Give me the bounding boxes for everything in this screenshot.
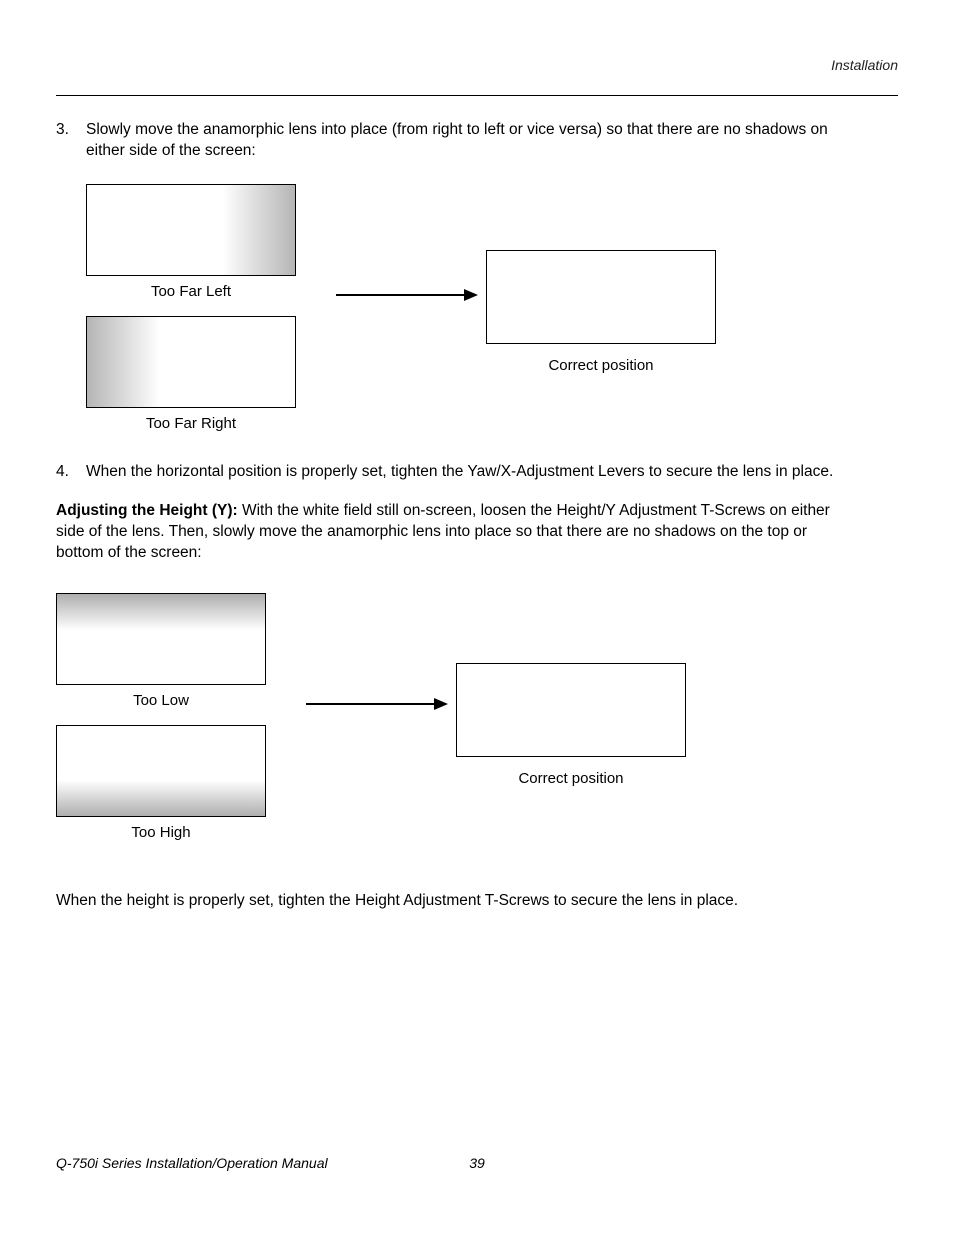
height-bold: Adjusting the Height (Y): — [56, 502, 242, 519]
caption-too-low: Too Low — [56, 691, 266, 711]
arrow-head-icon — [434, 698, 448, 710]
header-rule — [56, 95, 898, 96]
list-text: When the horizontal position is properly… — [86, 462, 846, 483]
arrow-head-icon — [464, 289, 478, 301]
caption-too-far-right: Too Far Right — [86, 414, 296, 434]
closing-paragraph: When the height is properly set, tighten… — [56, 891, 846, 912]
thumb-correct-y — [456, 663, 686, 757]
thumb-too-high — [56, 725, 266, 817]
footer-page-number: 39 — [469, 1154, 485, 1173]
caption-too-high: Too High — [56, 823, 266, 843]
arrow-line-icon — [306, 703, 436, 705]
list-item-4: 4. When the horizontal position is prope… — [56, 462, 898, 483]
thumb-too-far-right — [86, 316, 296, 408]
page-footer: Q-750i Series Installation/Operation Man… — [56, 1154, 898, 1173]
caption-correct-x: Correct position — [486, 356, 716, 376]
horizontal-diagram: Too Far Left Too Far Right Correct posit… — [86, 184, 898, 444]
caption-too-far-left: Too Far Left — [86, 282, 296, 302]
list-text: Slowly move the anamorphic lens into pla… — [86, 120, 846, 162]
vertical-diagram: Too Low Too High Correct position — [56, 593, 898, 873]
thumb-correct-x — [486, 250, 716, 344]
section-header: Installation — [56, 56, 898, 75]
list-item-3: 3. Slowly move the anamorphic lens into … — [56, 120, 898, 162]
list-number: 3. — [56, 120, 86, 162]
caption-correct-y: Correct position — [456, 769, 686, 789]
height-paragraph: Adjusting the Height (Y): With the white… — [56, 501, 846, 564]
thumb-too-far-left — [86, 184, 296, 276]
list-number: 4. — [56, 462, 86, 483]
arrow-line-icon — [336, 294, 466, 296]
thumb-too-low — [56, 593, 266, 685]
